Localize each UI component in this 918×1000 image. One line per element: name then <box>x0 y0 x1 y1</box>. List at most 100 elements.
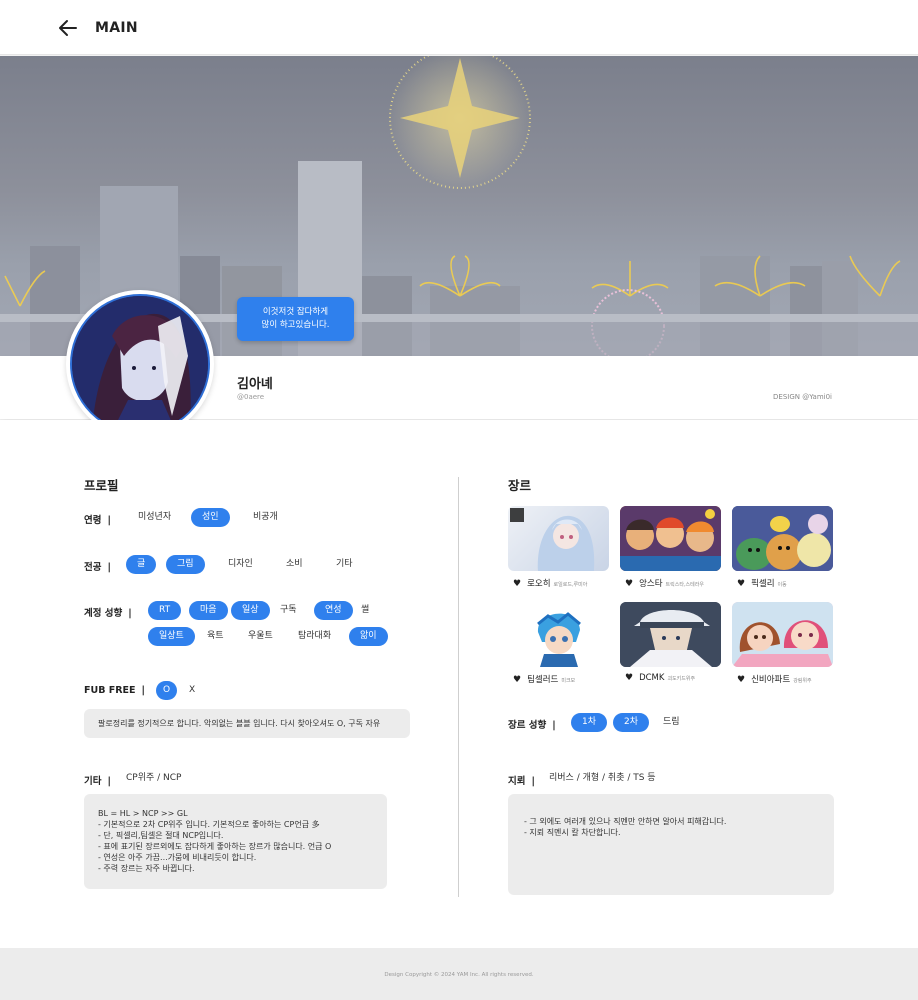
major-option-drawing[interactable]: 그림 <box>166 555 205 574</box>
account-label: 계정 성향 | <box>84 605 132 619</box>
genre-sub-5: 괴도키드위주 <box>667 676 696 682</box>
account-option-acquaint[interactable]: 앎이 <box>349 627 388 646</box>
genre-pref-option-fan[interactable]: 2차 <box>613 713 650 732</box>
account-option-tl-chat[interactable]: 탐라대화 <box>296 627 333 646</box>
etc-note: BL = HL > NCP >> GL - 기본적으로 2차 CP위주 입니다.… <box>84 794 387 889</box>
mine-note-line: - 그 외에도 여러개 있으나 직멘만 안하면 알아서 피해갑니다. <box>524 817 727 826</box>
genre-label-3: ♥ 픽셀리 이동 <box>737 577 787 589</box>
major-sep: | <box>107 562 111 573</box>
top-bar: MAIN <box>0 0 918 55</box>
heart-icon: ♥ <box>513 579 522 589</box>
mine-note-line: - 지뢰 직멘시 칼 차단합니다. <box>524 828 621 837</box>
fub-note: 팔로정리를 정기적으로 합니다. 악의없는 블블 입니다. 다시 찾아오셔도 O… <box>84 709 410 738</box>
genre-label-4: ♥ 팀셀러드 미크모 <box>513 673 575 685</box>
genre-name-5: DCMK <box>639 673 665 683</box>
age-label-text: 연령 <box>84 515 102 526</box>
age-option-minor[interactable]: 미성년자 <box>136 508 173 527</box>
genre-label-6: ♥ 신비아파트 강림위주 <box>737 673 812 685</box>
etc-note-line: - 표에 표기된 장르외에도 잡다하게 좋아하는 장르가 많습니다. 언급 O <box>98 842 332 851</box>
genre-image-1 <box>510 508 595 571</box>
genre-sub-1: 로일로드,루미아 <box>553 582 588 588</box>
fub-option-o[interactable]: O <box>156 681 178 700</box>
genre-card-4[interactable] <box>508 602 609 667</box>
fub-label: FUB FREE | <box>84 685 145 696</box>
back-arrow-icon[interactable] <box>58 18 78 38</box>
mine-sep: | <box>531 776 535 787</box>
major-option-etc[interactable]: 기타 <box>334 555 355 574</box>
genre-pref-label-text: 장르 성향 <box>508 720 547 731</box>
age-label: 연령 | <box>84 512 111 526</box>
genre-image-3 <box>732 506 833 571</box>
section-title-genre: 장르 <box>508 478 532 493</box>
etc-value: CP위주 / NCP <box>126 773 182 783</box>
account-sep: | <box>128 608 132 619</box>
genre-name-6: 신비아파트 <box>751 675 791 685</box>
genre-pref-option-original[interactable]: 1차 <box>571 713 608 732</box>
column-divider <box>458 477 459 897</box>
genre-image-6 <box>732 602 833 667</box>
etc-note-line: - 연성은 아주 가끔...가뭄에 비내리듯이 합니다. <box>98 853 257 862</box>
footer-copyright: Design Copyright © 2024 YAM Inc. All rig… <box>384 972 534 978</box>
major-label: 전공 | <box>84 559 111 573</box>
major-label-text: 전공 <box>84 562 102 573</box>
genre-card-1[interactable] <box>508 506 609 571</box>
etc-label-text: 기타 <box>84 776 102 787</box>
genre-sub-6: 강림위주 <box>793 678 812 684</box>
genre-label-2: ♥ 앙스타 트릭스타,스테라우 <box>625 577 704 589</box>
mine-value: 리버스 / 개형 / 취촛 / TS 등 <box>549 773 656 783</box>
page-title: MAIN <box>95 20 138 36</box>
major-option-design[interactable]: 디자인 <box>226 555 255 574</box>
status-bubble: 이것저것 잡다하게 많이 하고있습니다. <box>237 297 354 341</box>
genre-image-4 <box>508 602 609 667</box>
fub-label-text: FUB FREE <box>84 685 136 696</box>
account-label-text: 계정 성향 <box>84 608 123 619</box>
mine-label: 지뢰 | <box>508 773 535 787</box>
heart-icon: ♥ <box>737 579 746 589</box>
account-option-dailytweet[interactable]: 일상트 <box>148 627 195 646</box>
genre-card-3[interactable] <box>732 506 833 571</box>
account-option-parenting[interactable]: 육트 <box>205 627 226 646</box>
genre-card-5[interactable] <box>620 602 721 667</box>
status-bubble-line1: 이것저것 잡다하게 <box>262 307 329 317</box>
genre-sub-4: 미크모 <box>561 678 576 684</box>
genre-sub-2: 트릭스타,스테라우 <box>665 582 704 588</box>
status-bubble-line2: 많이 하고있습니다. <box>261 320 330 330</box>
heart-icon: ♥ <box>625 579 634 589</box>
genre-name-4: 팀셀러드 <box>527 675 559 685</box>
avatar[interactable] <box>66 290 214 438</box>
genre-image-5 <box>620 602 721 667</box>
major-option-consume[interactable]: 소비 <box>284 555 305 574</box>
account-option-subscribe[interactable]: 구독 <box>278 601 299 620</box>
section-title-profile: 프로필 <box>84 478 119 493</box>
age-option-adult[interactable]: 성인 <box>191 508 230 527</box>
account-option-gloomy[interactable]: 우울트 <box>246 627 275 646</box>
account-option-rt[interactable]: RT <box>148 601 182 620</box>
etc-note-line: - 단, 픽셀리,팀셀은 절대 NCP입니다. <box>98 831 224 840</box>
genre-image-2 <box>620 506 721 571</box>
genre-card-2[interactable] <box>620 506 721 571</box>
account-option-story[interactable]: 썰 <box>359 601 371 620</box>
heart-icon: ♥ <box>625 673 634 683</box>
account-option-daily[interactable]: 일상 <box>231 601 270 620</box>
account-option-heart[interactable]: 마음 <box>189 601 228 620</box>
major-option-writing[interactable]: 글 <box>126 555 157 574</box>
genre-name-1: 로오히 <box>527 579 551 589</box>
design-credit: DESIGN @Yami0i <box>773 393 832 401</box>
etc-sep: | <box>107 776 111 787</box>
genre-card-6[interactable] <box>732 602 833 667</box>
fub-option-x[interactable]: X <box>187 681 197 700</box>
age-sep: | <box>107 515 111 526</box>
mine-label-text: 지뢰 <box>508 776 526 787</box>
genre-pref-sep: | <box>552 720 556 731</box>
age-option-private[interactable]: 비공개 <box>251 508 280 527</box>
etc-note-line: - 주력 장르는 자주 바뀝니다. <box>98 864 195 873</box>
genre-pref-option-dream[interactable]: 드림 <box>661 713 682 732</box>
account-option-fanwork[interactable]: 연성 <box>314 601 353 620</box>
genre-label-1: ♥ 로오히 로일로드,루미아 <box>513 577 587 589</box>
genre-label-5: ♥ DCMK 괴도키드위주 <box>625 673 695 683</box>
genre-sub-3: 이동 <box>777 582 787 588</box>
genre-name-2: 앙스타 <box>639 579 663 589</box>
profile-handle: @0aere <box>237 393 265 401</box>
fub-sep: | <box>141 685 146 696</box>
etc-note-line: - 기본적으로 2차 CP위주 입니다. 기본적으로 좋아하는 CP언급 多 <box>98 820 320 829</box>
